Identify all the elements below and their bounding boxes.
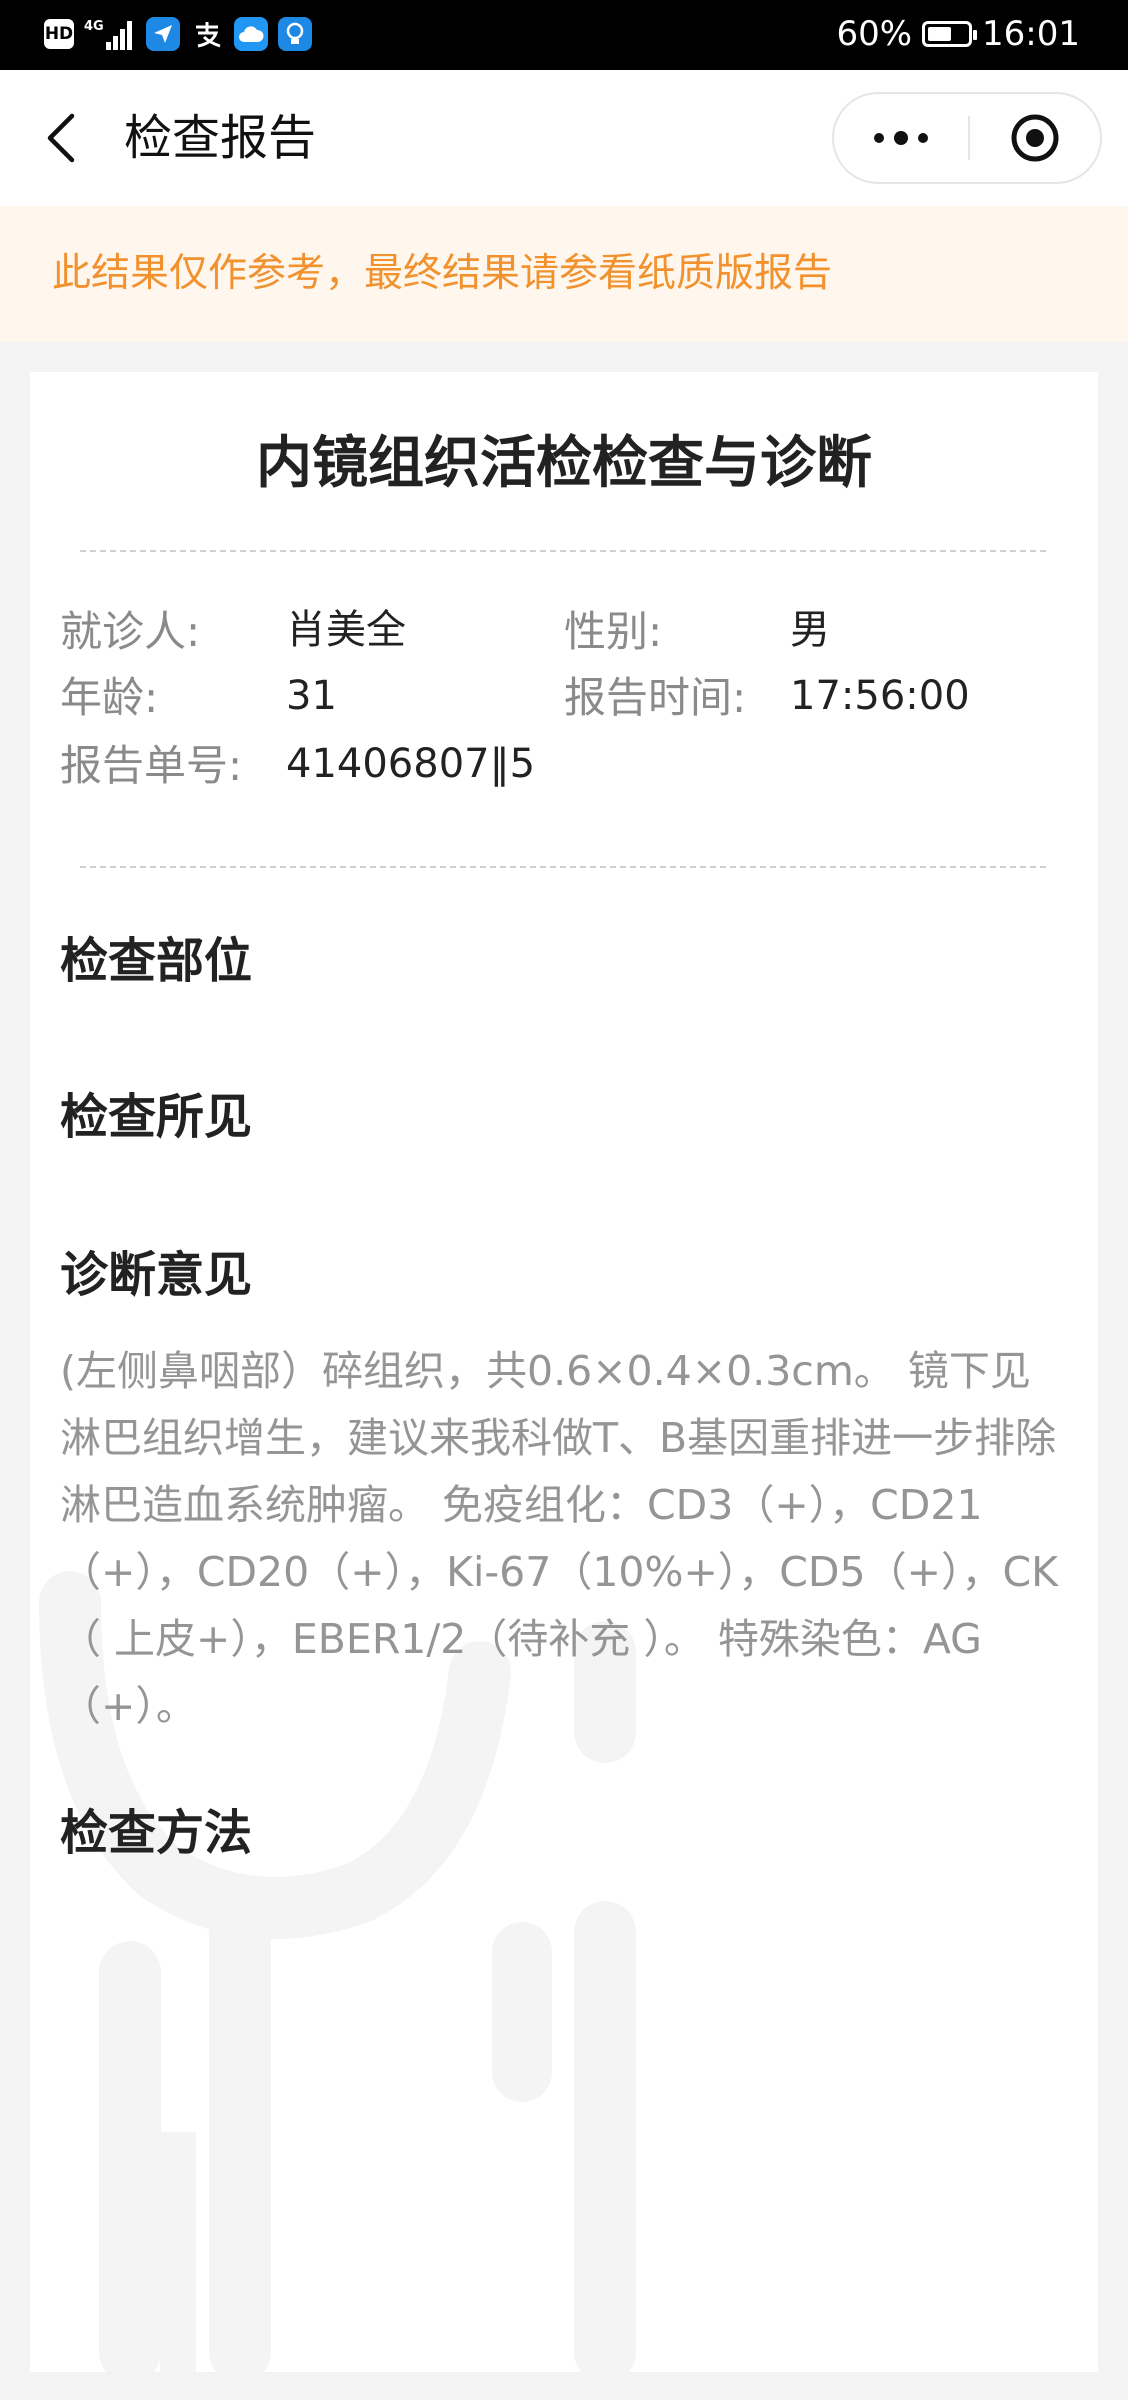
diagnosis-text: (左侧鼻咽部）碎组织，共0.6×0.4×0.3cm。 镜下见淋巴组织增生，建议来…	[60, 1347, 1058, 1730]
chevron-left-icon	[47, 113, 75, 163]
hd-badge: HD	[44, 19, 74, 49]
close-mini-program-button[interactable]	[970, 94, 1100, 182]
patient-name-value: 肖美全	[286, 607, 406, 653]
section-title-diagnosis: 诊断意见	[60, 1247, 253, 1303]
notice-text: 此结果仅作参考，最终结果请参看纸质版报告	[52, 251, 833, 296]
patient-name-label: 就诊人:	[60, 607, 201, 656]
back-button[interactable]	[30, 106, 94, 170]
signal-icon: 4G	[84, 16, 136, 52]
age-label: 年龄:	[60, 673, 159, 722]
report-card: 内镜组织活检检查与诊断 就诊人: 肖美全 性别: 男 年龄: 31 报告时间: …	[30, 372, 1098, 2372]
battery-fill	[928, 27, 951, 41]
age-value: 31	[286, 673, 337, 719]
svg-text:4G: 4G	[84, 19, 104, 34]
nav-bar: 检查报告	[0, 70, 1128, 206]
dashed-divider-top	[80, 550, 1046, 552]
section-title-method: 检查方法	[60, 1805, 253, 1861]
battery-icon	[922, 21, 978, 47]
more-dots-icon	[874, 131, 928, 145]
alipay-icon	[190, 17, 224, 51]
gender-label: 性别:	[564, 607, 663, 656]
status-bar: HD 4G 60% 16:01	[0, 0, 1128, 70]
dashed-divider-bottom	[80, 866, 1046, 868]
status-time: 16:01	[982, 14, 1080, 54]
section-title-findings: 检查所见	[60, 1089, 253, 1145]
mini-program-capsule	[832, 92, 1102, 184]
paper-plane-icon	[146, 17, 180, 51]
section-title-site: 检查部位	[60, 933, 253, 989]
status-bar-right: 60% 16:01	[836, 14, 1080, 54]
notice-banner: 此结果仅作参考，最终结果请参看纸质版报告	[0, 206, 1128, 342]
report-number-label: 报告单号:	[60, 741, 243, 790]
cloud-icon	[234, 17, 268, 51]
battery-percent: 60%	[836, 14, 913, 54]
more-button[interactable]	[834, 94, 968, 182]
report-number-value: 41406807‖5	[286, 741, 536, 787]
report-time-value: 17:56:00	[790, 673, 970, 719]
status-bar-left: HD 4G	[44, 16, 312, 52]
report-time-label: 报告时间:	[564, 673, 747, 722]
gender-value: 男	[790, 607, 830, 653]
report-title: 内镜组织活检检查与诊断	[256, 431, 872, 496]
page-title: 检查报告	[124, 110, 317, 166]
target-circle-icon	[1011, 114, 1059, 162]
lightbulb-icon	[278, 17, 312, 51]
